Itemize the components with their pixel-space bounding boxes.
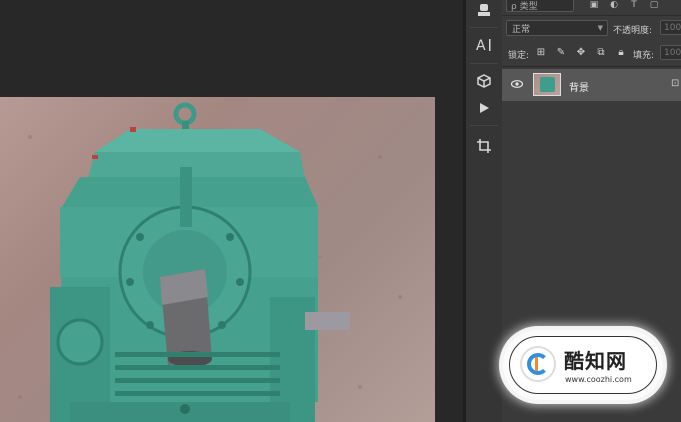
fill-value: 100	[664, 47, 681, 58]
gearbox-image	[18, 102, 402, 422]
play-icon[interactable]	[470, 94, 498, 122]
layer-name[interactable]: 背景	[569, 79, 589, 94]
lock-all-icon[interactable]: 🔒︎	[615, 47, 627, 59]
opacity-label: 不透明度:	[613, 26, 653, 36]
opacity-value: 100	[664, 22, 681, 33]
fill-label: 填充:	[633, 51, 655, 61]
lock-artboard-icon[interactable]: ⧉	[595, 47, 607, 59]
crop-icon[interactable]	[470, 132, 498, 160]
layer-row-background[interactable]: 背景 ⊡	[502, 69, 681, 101]
shape-filter-icon[interactable]: ▢	[648, 0, 660, 12]
opacity-input[interactable]: 100	[660, 20, 681, 35]
gearbox-photo	[0, 97, 435, 422]
lock-move-icon[interactable]: ✥	[575, 47, 587, 59]
pixel-filter-icon[interactable]: ▣	[588, 0, 600, 12]
layer-thumbnail	[533, 73, 561, 96]
watermark-badge: 酷知网 www.coozhi.com	[509, 336, 657, 394]
watermark-title: 酷知网	[564, 349, 627, 373]
panel-divider-line	[502, 66, 681, 67]
lock-brush-icon[interactable]: ✎	[555, 47, 567, 59]
watermark-url: www.coozhi.com	[565, 375, 632, 384]
filter-kind-label: ρ 类型	[511, 1, 538, 12]
panel-divider-line	[502, 15, 681, 16]
blend-mode-select[interactable]: 正常 ▼	[506, 20, 608, 36]
fill-input[interactable]: 100	[660, 45, 681, 60]
tool-divider	[470, 27, 498, 28]
tool-divider	[470, 63, 498, 64]
lock-transparent-icon[interactable]: ⊞	[535, 47, 547, 59]
3d-cube-icon[interactable]	[470, 67, 498, 95]
type-filter-icon[interactable]: T	[628, 0, 640, 12]
panel-icon-strip: A	[466, 0, 503, 422]
coozhi-logo-icon	[520, 346, 556, 382]
document-canvas[interactable]	[0, 0, 463, 422]
svg-text:A: A	[476, 38, 486, 53]
blend-mode-value: 正常	[512, 24, 531, 35]
layer-lock-icon: ⊡	[671, 78, 680, 89]
site-watermark: 酷知网 www.coozhi.com	[503, 330, 663, 400]
eye-icon[interactable]	[510, 78, 524, 92]
chevron-down-icon: ▼	[597, 24, 603, 32]
adjustment-filter-icon[interactable]: ◐	[608, 0, 620, 12]
character-text-icon[interactable]: A	[470, 31, 498, 59]
layer-filter-select[interactable]: ρ 类型	[506, 0, 574, 12]
tool-divider	[470, 125, 498, 126]
lock-label: 锁定:	[508, 51, 530, 61]
stamp-icon[interactable]	[470, 0, 498, 24]
filter-row: ρ 类型 ▣ ◐ T ▢	[502, 0, 681, 14]
